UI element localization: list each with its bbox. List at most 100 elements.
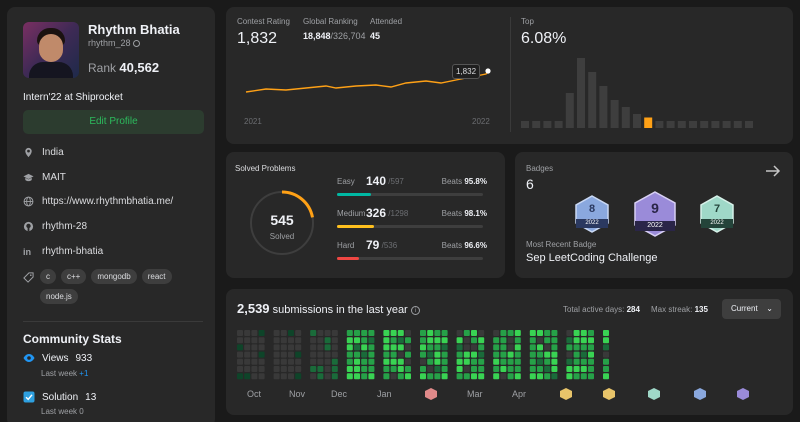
heatmap-cell[interactable] <box>456 330 463 336</box>
heatmap-cell[interactable] <box>258 373 265 380</box>
histogram-bar[interactable] <box>543 121 552 128</box>
heatmap-cell[interactable] <box>566 358 573 365</box>
heatmap-cell[interactable] <box>588 358 594 365</box>
heatmap-cell[interactable] <box>346 351 353 358</box>
heatmap-cell[interactable] <box>573 344 580 351</box>
heatmap-cell[interactable] <box>280 358 287 365</box>
heatmap-cell[interactable] <box>258 337 265 344</box>
heatmap-cell[interactable] <box>244 330 251 336</box>
website-link[interactable]: https://www.rhythmbhatia.me/ <box>42 196 173 207</box>
heatmap-cell[interactable] <box>551 373 558 380</box>
heatmap-cell[interactable] <box>354 373 360 380</box>
heatmap-cell[interactable] <box>397 344 404 351</box>
heatmap-cell[interactable] <box>456 373 463 380</box>
heatmap-cell[interactable] <box>441 337 448 344</box>
heatmap-cell[interactable] <box>324 337 331 344</box>
heatmap-cell[interactable] <box>427 337 434 344</box>
heatmap-cell[interactable] <box>478 344 485 351</box>
heatmap-cell[interactable] <box>493 330 500 336</box>
heatmap-cell[interactable] <box>566 330 573 336</box>
heatmap-cell[interactable] <box>420 373 426 380</box>
heatmap-cell[interactable] <box>434 351 441 358</box>
heatmap-cell[interactable] <box>580 358 587 365</box>
heatmap-cell[interactable] <box>427 344 434 351</box>
heatmap-cell[interactable] <box>237 351 243 358</box>
heatmap-cell[interactable] <box>456 358 463 365</box>
heatmap-cell[interactable] <box>237 358 243 365</box>
heatmap-cell[interactable] <box>537 373 543 380</box>
heatmap-cell[interactable] <box>405 358 411 365</box>
heatmap-cell[interactable] <box>368 351 375 358</box>
heatmap-cell[interactable] <box>354 351 360 358</box>
heatmap-cell[interactable] <box>273 344 280 351</box>
heatmap-cell[interactable] <box>251 330 258 336</box>
heatmap-cell[interactable] <box>551 344 558 351</box>
heatmap-cell[interactable] <box>237 344 243 351</box>
heatmap-cell[interactable] <box>317 358 324 365</box>
heatmap-cell[interactable] <box>566 351 573 358</box>
heatmap-cell[interactable] <box>354 344 360 351</box>
heatmap-cell[interactable] <box>471 351 477 358</box>
heatmap-cell[interactable] <box>551 358 558 365</box>
heatmap-cell[interactable] <box>507 358 514 365</box>
heatmap-cell[interactable] <box>544 366 551 372</box>
heatmap-cell[interactable] <box>420 351 426 358</box>
heatmap-cell[interactable] <box>471 373 477 380</box>
heatmap-cell[interactable] <box>273 366 280 372</box>
heatmap-cell[interactable] <box>463 344 470 351</box>
heatmap-cell[interactable] <box>603 330 609 336</box>
heatmap-cell[interactable] <box>354 337 360 344</box>
heatmap-cell[interactable] <box>331 358 338 365</box>
heatmap-cell[interactable] <box>368 337 375 344</box>
heatmap-cell[interactable] <box>529 344 536 351</box>
heatmap-cell[interactable] <box>317 344 324 351</box>
histogram-bar[interactable] <box>633 114 641 128</box>
heatmap-cell[interactable] <box>244 337 251 344</box>
submission-heatmap[interactable] <box>237 330 782 385</box>
heatmap-cell[interactable] <box>588 373 594 380</box>
heatmap-cell[interactable] <box>580 351 587 358</box>
histogram-bar[interactable] <box>733 121 742 128</box>
heatmap-cell[interactable] <box>310 373 317 380</box>
heatmap-cell[interactable] <box>537 366 543 372</box>
heatmap-cell[interactable] <box>237 330 243 336</box>
heatmap-cell[interactable] <box>566 373 573 380</box>
heatmap-cell[interactable] <box>317 373 324 380</box>
heatmap-cell[interactable] <box>420 337 426 344</box>
heatmap-cell[interactable] <box>537 351 543 358</box>
histogram-bar[interactable] <box>711 121 720 128</box>
heatmap-cell[interactable] <box>603 344 609 351</box>
heatmap-cell[interactable] <box>551 351 558 358</box>
heatmap-cell[interactable] <box>251 358 258 365</box>
heatmap-cell[interactable] <box>441 358 448 365</box>
heatmap-cell[interactable] <box>427 330 434 336</box>
linkedin-row[interactable]: in rhythm-bhatia <box>23 246 103 257</box>
heatmap-cell[interactable] <box>390 337 397 344</box>
histogram-bar[interactable] <box>722 121 731 128</box>
heatmap-cell[interactable] <box>288 351 294 358</box>
heatmap-cell[interactable] <box>324 373 331 380</box>
heatmap-cell[interactable] <box>493 351 500 358</box>
heatmap-cell[interactable] <box>346 337 353 344</box>
heatmap-cell[interactable] <box>288 366 294 372</box>
heatmap-cell[interactable] <box>346 366 353 372</box>
heatmap-cell[interactable] <box>280 330 287 336</box>
heatmap-cell[interactable] <box>441 330 448 336</box>
heatmap-cell[interactable] <box>405 373 411 380</box>
heatmap-cell[interactable] <box>471 344 477 351</box>
heatmap-cell[interactable] <box>354 330 360 336</box>
heatmap-cell[interactable] <box>383 358 390 365</box>
heatmap-cell[interactable] <box>331 373 338 380</box>
heatmap-cell[interactable] <box>573 373 580 380</box>
skill-tag[interactable]: c++ <box>61 269 87 284</box>
heatmap-cell[interactable] <box>405 366 411 372</box>
heatmap-cell[interactable] <box>566 337 573 344</box>
heatmap-cell[interactable] <box>507 373 514 380</box>
heatmap-cell[interactable] <box>573 366 580 372</box>
heatmap-cell[interactable] <box>427 358 434 365</box>
heatmap-cell[interactable] <box>537 358 543 365</box>
heatmap-cell[interactable] <box>361 366 368 372</box>
histogram-bar[interactable] <box>689 121 697 128</box>
heatmap-cell[interactable] <box>588 337 594 344</box>
edit-profile-button[interactable]: Edit Profile <box>23 110 204 134</box>
